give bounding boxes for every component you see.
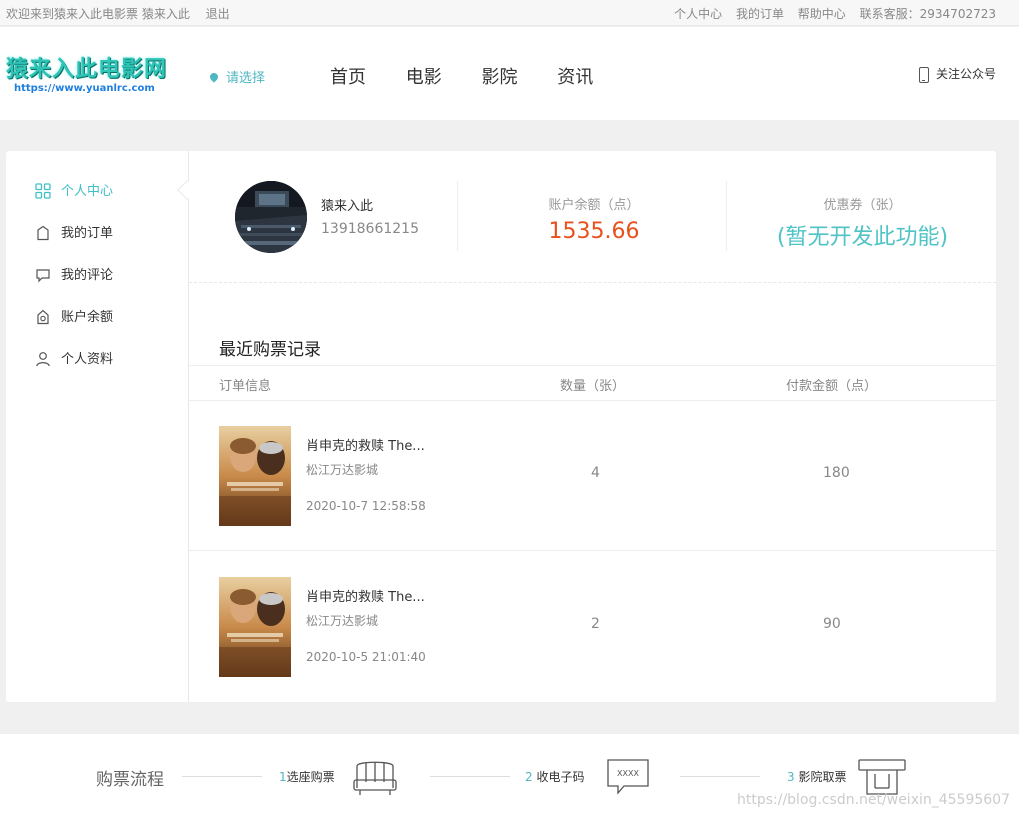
welcome-text: 欢迎来到猿来入此电影票 猿来入此: [6, 7, 190, 21]
flow-step-1: 1选座购票: [279, 768, 335, 785]
sidebar-item-label: 我的评论: [61, 268, 114, 283]
seat-icon: [353, 761, 397, 795]
ticket-machine-icon: [858, 759, 906, 795]
profile-summary: 猿来入此 13918661215 账户余额（点） 1535.66 优惠券（张） …: [189, 151, 996, 283]
step-label: 选座购票: [286, 770, 335, 784]
balance-label: 账户余额（点）: [548, 198, 640, 213]
top-bar: 欢迎来到猿来入此电影票 猿来入此 退出 个人中心 我的订单 帮助中心 联系客服：…: [0, 0, 1019, 26]
sidebar-item-profile[interactable]: 个人资料: [35, 350, 113, 370]
table-row[interactable]: 肖申克的救赎 The... 松江万达影城 2020-10-5 21:01:40 …: [189, 552, 996, 702]
top-link-help-center[interactable]: 帮助中心: [798, 7, 846, 21]
divider: [457, 181, 458, 251]
flow-line: [430, 776, 510, 777]
flow-line: [182, 776, 262, 777]
ticket-flow-footer: 购票流程 1选座购票 2 收电子码 XXXX 3 影院取票 https://bl…: [0, 734, 1019, 818]
sidebar-item-label: 我的订单: [61, 226, 114, 241]
follow-label: 关注公众号: [935, 67, 996, 81]
user-icon: [36, 351, 50, 366]
nav-home[interactable]: 首页: [330, 67, 366, 88]
user-center-card: 个人中心 我的订单 我的评论 账户余额 个人资料 猿来入此 1391866121…: [6, 151, 996, 702]
grid-icon: [35, 182, 51, 199]
logo-url: https://www.yuanlrc.com: [14, 83, 155, 94]
flow-title: 购票流程: [96, 770, 164, 790]
recent-orders-title: 最近购票记录: [219, 340, 321, 360]
top-link-customer-service[interactable]: 联系客服：2934702723: [860, 7, 996, 21]
payment-amount: 90: [823, 616, 841, 632]
sidebar-item-label: 个人资料: [61, 352, 114, 367]
cinema-name: 松江万达影城: [306, 614, 379, 628]
table-row[interactable]: 肖申克的救赎 The... 松江万达影城 2020-10-7 12:58:58 …: [189, 401, 996, 551]
user-phone: 13918661215: [321, 221, 419, 237]
nav-news[interactable]: 资讯: [557, 67, 593, 88]
flow-step-3: 3 影院取票: [787, 768, 846, 785]
username: 猿来入此: [321, 199, 374, 214]
poster-image: [219, 577, 291, 677]
coupon-value: (暂无开发此功能): [776, 225, 949, 250]
sidebar-item-personal-center[interactable]: 个人中心: [35, 182, 113, 202]
location-pin-icon: [208, 71, 220, 83]
balance-value: 1535.66: [548, 219, 640, 244]
coupon-label: 优惠券（张）: [823, 198, 902, 213]
col-quantity: 数量（张）: [560, 379, 626, 394]
ticket-quantity: 4: [591, 465, 600, 481]
movie-title[interactable]: 肖申克的救赎 The...: [306, 586, 425, 605]
payment-amount: 180: [823, 465, 850, 481]
comment-icon: [36, 268, 50, 282]
flow-line: [680, 776, 760, 777]
bag-icon: [37, 225, 49, 240]
step-number: 1: [279, 770, 287, 784]
city-select-label: 请选择: [226, 71, 266, 86]
order-time: 2020-10-5 21:01:40: [306, 650, 426, 664]
nav-cinemas[interactable]: 影院: [481, 67, 517, 88]
step-label: 影院取票: [798, 770, 847, 784]
code-text: XXXX: [617, 769, 639, 778]
step-number: 2: [525, 770, 533, 784]
avatar-image: [235, 181, 307, 253]
main-nav: 首页 电影 影院 资讯: [330, 63, 627, 89]
sidebar-item-label: 账户余额: [61, 310, 114, 325]
sidebar-item-account-balance[interactable]: 账户余额: [35, 308, 113, 328]
movie-title[interactable]: 肖申克的救赎 The...: [306, 435, 425, 454]
wallet-icon: [37, 309, 49, 324]
step-number: 3: [787, 770, 795, 784]
message-code-icon: XXXX: [607, 759, 649, 795]
sidebar-item-my-comments[interactable]: 我的评论: [35, 266, 113, 286]
follow-official-account[interactable]: 关注公众号: [918, 65, 996, 83]
sidebar: 个人中心 我的订单 我的评论 账户余额 个人资料: [6, 151, 197, 702]
balance-stat: 账户余额（点） 1535.66: [459, 194, 729, 244]
ticket-quantity: 2: [591, 616, 600, 632]
poster-image: [219, 426, 291, 526]
top-link-personal-center[interactable]: 个人中心: [674, 7, 722, 21]
nav-movies[interactable]: 电影: [406, 67, 442, 88]
city-selector[interactable]: 请选择: [208, 67, 266, 86]
movie-poster[interactable]: [219, 577, 291, 677]
avatar[interactable]: [235, 181, 307, 253]
watermark: https://blog.csdn.net/weixin_45595607: [736, 792, 1010, 808]
col-order-info: 订单信息: [219, 379, 272, 394]
phone-icon: [918, 66, 929, 83]
cinema-name: 松江万达影城: [306, 463, 379, 477]
movie-poster[interactable]: [219, 426, 291, 526]
top-link-my-orders[interactable]: 我的订单: [736, 7, 784, 21]
order-time: 2020-10-7 12:58:58: [306, 499, 426, 513]
sidebar-item-my-orders[interactable]: 我的订单: [35, 224, 113, 244]
logo-name: 猿来入此电影网: [6, 57, 168, 82]
step-label: 收电子码: [536, 770, 585, 784]
site-header: 猿来入此电影网 https://www.yuanlrc.com 请选择 首页 电…: [0, 27, 1019, 120]
coupon-stat: 优惠券（张） (暂无开发此功能): [729, 194, 996, 251]
sidebar-item-label: 个人中心: [61, 184, 114, 199]
col-amount: 付款金额（点）: [786, 379, 878, 394]
orders-table-header: 订单信息 数量（张） 付款金额（点）: [189, 365, 996, 401]
flow-step-2: 2 收电子码: [525, 768, 584, 785]
logout-link[interactable]: 退出: [206, 7, 230, 21]
site-logo[interactable]: 猿来入此电影网 https://www.yuanlrc.com: [6, 57, 176, 95]
